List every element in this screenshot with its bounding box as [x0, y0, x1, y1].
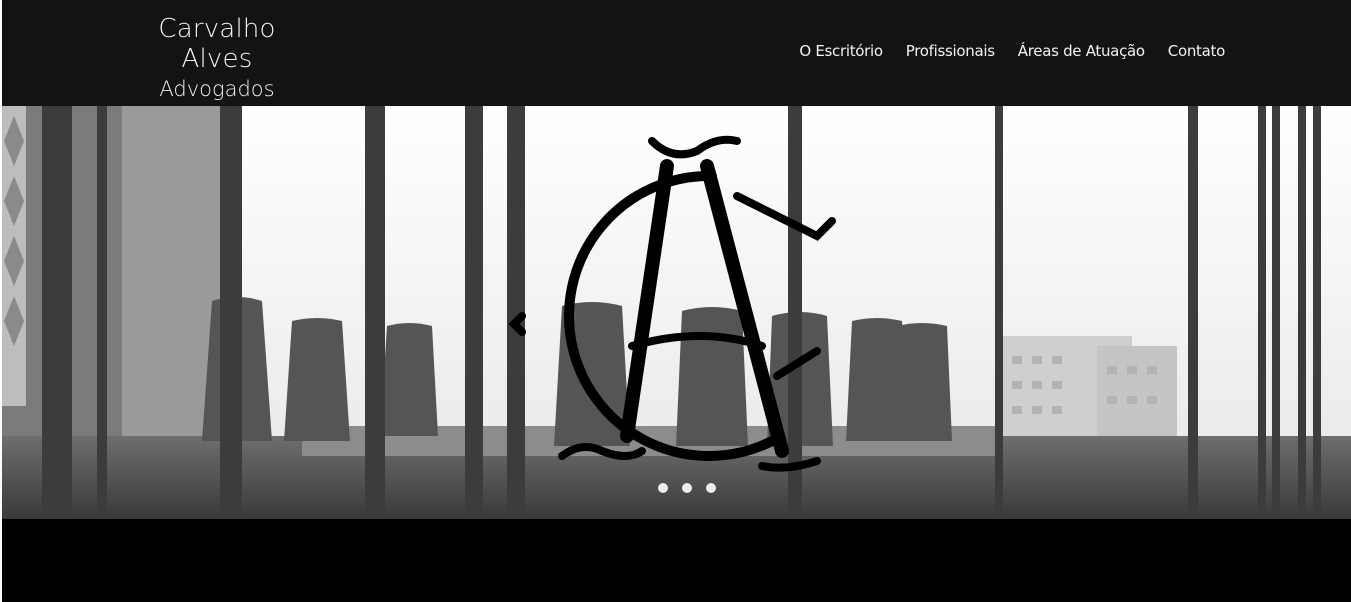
hero-photo — [2, 106, 1351, 519]
nav-item-areas-de-atuacao[interactable]: Áreas de Atuação — [1018, 42, 1145, 60]
logo-line-1: Carvalho Alves — [158, 14, 276, 74]
nav-item-profissionais[interactable]: Profissionais — [906, 42, 995, 60]
nav-item-escritorio[interactable]: O Escritório — [799, 42, 883, 60]
site-header: Carvalho Alves Advogados O Escritório Pr… — [2, 0, 1351, 106]
slider-dot-2[interactable] — [682, 483, 692, 493]
page: Carvalho Alves Advogados O Escritório Pr… — [0, 0, 1351, 602]
slider-dot-3[interactable] — [706, 483, 716, 493]
logo-line-2: Advogados — [159, 77, 275, 101]
nav-item-contato[interactable]: Contato — [1168, 42, 1226, 60]
main-nav: O Escritório Profissionais Áreas de Atua… — [799, 42, 1225, 60]
slider-dots — [658, 483, 716, 493]
footer-strip — [2, 519, 1351, 602]
hero-slider — [2, 106, 1351, 519]
slider-dot-1[interactable] — [658, 483, 668, 493]
logo[interactable]: Carvalho Alves Advogados — [122, 14, 312, 101]
